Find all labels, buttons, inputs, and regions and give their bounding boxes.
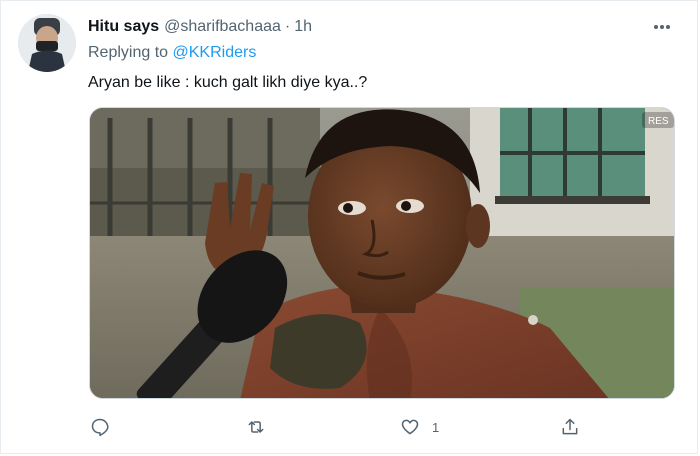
author-name[interactable]: Hitu says (88, 18, 159, 36)
media-watermark: RES (648, 116, 669, 127)
replying-to-line: Replying to @KKRiders (88, 44, 256, 62)
more-options-icon[interactable] (648, 16, 676, 38)
retweet-button[interactable] (246, 412, 266, 442)
avatar-image (18, 14, 76, 72)
heart-icon (401, 419, 419, 435)
tweet-header: Hitu says @sharifbachaaa · 1h (88, 18, 312, 36)
tweet-actions: 1 (88, 412, 588, 442)
retweet-icon (248, 421, 264, 433)
share-icon (562, 418, 578, 435)
avatar[interactable] (18, 14, 76, 72)
reply-button[interactable] (90, 412, 110, 442)
replying-to-label: Replying to (88, 44, 169, 61)
tweet-text: Aryan be like : kuch galt likh diye kya.… (88, 74, 368, 91)
like-button[interactable]: 1 (400, 412, 439, 442)
replying-to-mention[interactable]: @KKRiders (173, 44, 257, 61)
tweet-media[interactable]: RES (89, 107, 675, 399)
separator-dot: · (284, 18, 291, 35)
comment-icon (91, 418, 109, 437)
timestamp[interactable]: 1h (294, 18, 312, 36)
media-photo: RES (90, 108, 674, 398)
like-count: 1 (432, 419, 440, 435)
share-button[interactable] (560, 412, 580, 442)
author-handle[interactable]: @sharifbachaaa (164, 18, 281, 36)
